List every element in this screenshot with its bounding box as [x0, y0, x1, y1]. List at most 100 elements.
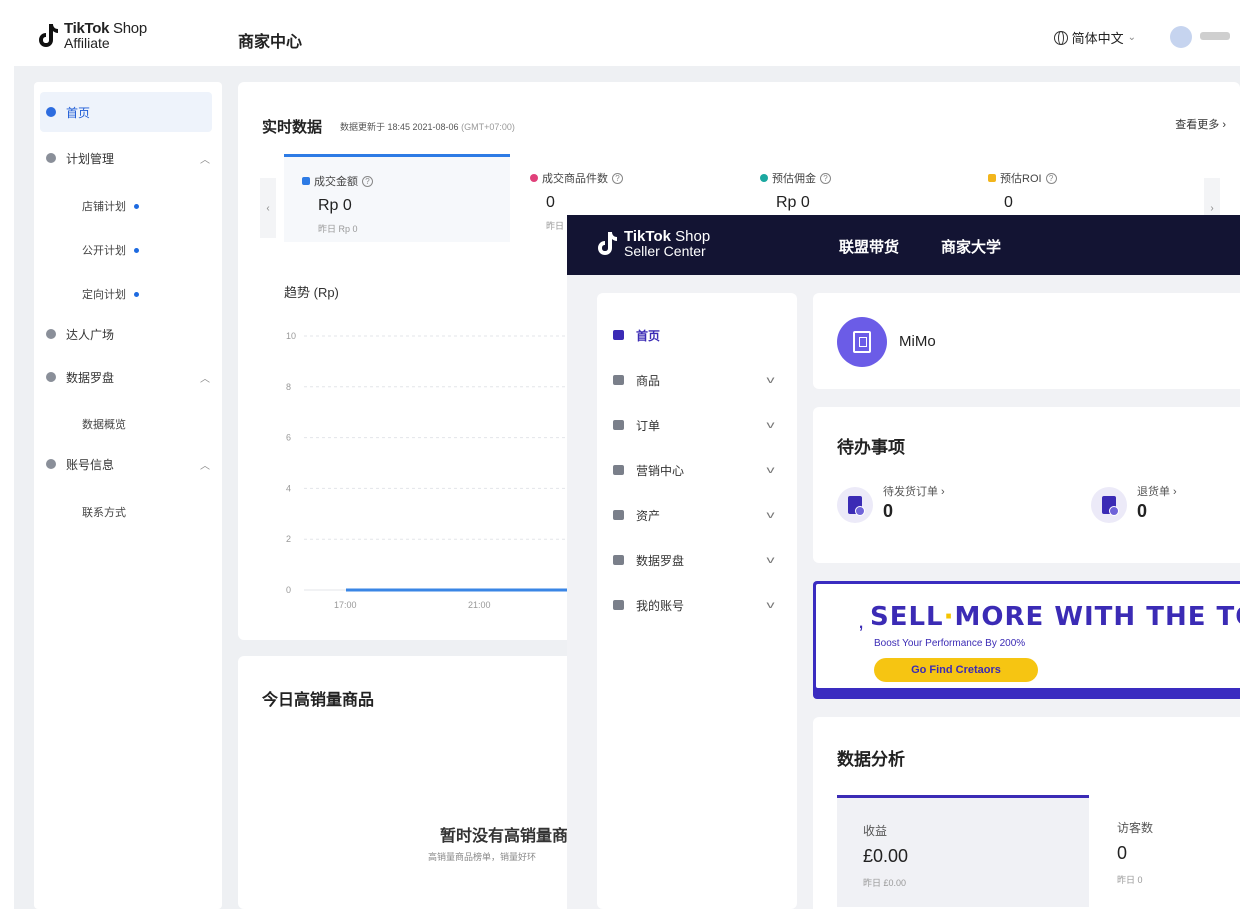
order-doc-icon — [837, 487, 873, 523]
sidebar-subitem-public-plan[interactable]: 公开计划 — [82, 242, 139, 258]
metric-value: 0 — [1004, 194, 1013, 211]
tiktok-shop-seller-logo[interactable]: TikTok Shop Seller Center — [595, 229, 710, 259]
sidebar-subitem-label: 数据概览 — [82, 419, 126, 431]
sidebar-item-assets[interactable]: 资产 v — [613, 503, 783, 527]
metric-revenue[interactable]: 收益 £0.00 昨日 £0.00 — [837, 795, 1089, 907]
y-tick-label: 6 — [286, 433, 291, 443]
home-icon — [46, 107, 56, 117]
sidebar-item-creator-square[interactable]: 达人广场 — [34, 314, 222, 354]
y-tick-label: 2 — [286, 534, 291, 544]
promo-banner[interactable]: , SELL·MORE WITH THE TO Boost Your Perfo… — [813, 581, 1240, 699]
empty-state-title: 暂时没有高销量商品 — [440, 828, 585, 845]
todo-label: 待发货订单 › — [883, 486, 945, 498]
sidebar-item-label: 账号信息 — [66, 457, 115, 472]
sidebar-item-home[interactable]: 首页 — [613, 323, 783, 347]
shop-building-icon — [853, 331, 871, 353]
chevron-right-icon: › — [1210, 202, 1214, 214]
username-redacted[interactable] — [1200, 32, 1230, 40]
seller-header: TikTok Shop Seller Center 联盟带货 商家大学 — [567, 215, 1240, 275]
metric-value: Rp 0 — [776, 194, 810, 211]
sidebar-item-products[interactable]: 商品 v — [613, 368, 783, 392]
todo-label: 退货单 › — [1137, 486, 1177, 498]
chevron-right-icon: › — [1222, 119, 1226, 131]
nav-affiliate[interactable]: 联盟带货 — [839, 236, 899, 257]
chevron-down-icon: v — [766, 509, 775, 521]
banner-subtext: Boost Your Performance By 200% — [874, 638, 1026, 649]
todo-value: 0 — [883, 501, 894, 521]
realtime-title: 实时数据 — [262, 119, 323, 136]
view-more-link[interactable]: 查看更多 › — [1175, 116, 1226, 132]
logo-affiliate: Affiliate — [64, 35, 110, 51]
metric-label: 收益 — [863, 824, 888, 838]
banner-headline-part1: SELL — [870, 602, 944, 632]
sidebar-subitem-contact[interactable]: 联系方式 — [82, 504, 126, 520]
logo-seller-center: Seller Center — [624, 243, 706, 259]
help-icon[interactable]: ? — [1045, 172, 1057, 184]
hot-products-title: 今日高销量商品 — [262, 692, 375, 709]
sidebar-item-label: 商品 — [636, 373, 661, 388]
sidebar-item-plan-mgmt[interactable]: 计划管理 ︿ — [34, 138, 222, 178]
chevron-down-icon: v — [766, 419, 775, 431]
x-tick-label: 17:00 — [334, 600, 357, 610]
chevron-down-icon: v — [766, 464, 775, 476]
tiktok-note-icon — [36, 23, 60, 49]
seller-center-window: TikTok Shop Seller Center 联盟带货 商家大学 首页 商… — [567, 215, 1240, 909]
sidebar-item-home[interactable]: 首页 — [40, 92, 212, 132]
realtime-updated: 数据更新于 18:45 2021-08-06 (GMT+07:00) — [340, 120, 515, 133]
sidebar-item-label: 营销中心 — [636, 463, 685, 478]
find-creators-button[interactable]: Go Find Cretaors — [874, 658, 1038, 682]
sidebar-item-orders[interactable]: 订单 v — [613, 413, 783, 437]
metric-label: 成交商品件数 — [542, 173, 608, 185]
banner-headline-part2: MORE WITH THE TO — [954, 602, 1240, 632]
sidebar-item-my-account[interactable]: 我的账号 v — [613, 593, 783, 617]
metric-value: 0 — [1117, 843, 1128, 863]
sidebar-item-label: 首页 — [66, 105, 91, 120]
metric-color-icon — [760, 174, 768, 182]
help-icon[interactable]: ? — [820, 172, 831, 184]
data-analysis-title: 数据分析 — [837, 750, 905, 769]
sidebar-subitem-shop-plan[interactable]: 店铺计划 — [82, 198, 139, 214]
data-analysis-card: 数据分析 收益 £0.00 昨日 £0.00 访客数 0 昨日 0 — [813, 717, 1240, 909]
sidebar-item-label: 数据罗盘 — [66, 370, 115, 385]
metric-label: 预估ROI — [1000, 173, 1042, 185]
y-tick-label: 10 — [286, 331, 296, 341]
banner-headline: SELL·MORE WITH THE TO — [870, 602, 1240, 632]
metric-color-icon — [530, 174, 538, 182]
timezone: (GMT+07:00) — [461, 122, 515, 132]
megaphone-icon — [613, 465, 624, 475]
help-icon[interactable]: ? — [612, 172, 623, 184]
sidebar-item-account-info[interactable]: 账号信息 ︿ — [34, 444, 222, 484]
chevron-down-icon: ⌄ — [1127, 32, 1136, 43]
sidebar-item-data-compass[interactable]: 数据罗盘 ︿ — [34, 357, 222, 397]
sidebar-item-label: 我的账号 — [636, 598, 685, 613]
metric-yesterday: 昨日 £0.00 — [863, 878, 907, 888]
wallet-icon — [613, 510, 624, 520]
shop-avatar[interactable] — [837, 317, 887, 367]
metric-card[interactable]: 成交金额? Rp 0 昨日 Rp 0 — [284, 154, 510, 242]
bar-chart-icon — [613, 555, 624, 565]
sidebar-item-data-compass[interactable]: 数据罗盘 v — [613, 548, 783, 572]
chevron-down-icon: v — [766, 599, 775, 611]
tiktok-shop-affiliate-logo[interactable]: TikTok Shop Affiliate — [36, 21, 147, 51]
quote-mark-icon: , — [858, 608, 865, 633]
metric-visitors[interactable]: 访客数 0 昨日 0 — [1091, 795, 1240, 907]
shop-profile-card: MiMo — [813, 293, 1240, 389]
sidebar-item-label: 达人广场 — [66, 327, 115, 342]
sidebar-subitem-targeted-plan[interactable]: 定向计划 — [82, 286, 139, 302]
todo-title: 待办事项 — [837, 438, 905, 457]
language-selector[interactable]: 简体中文 ⌄ — [1053, 28, 1136, 47]
metric-color-icon — [302, 177, 310, 185]
updated-time: 数据更新于 18:45 2021-08-06 — [340, 122, 459, 132]
sidebar-subitem-label: 店铺计划 — [82, 201, 126, 213]
sidebar-subitem-data-overview[interactable]: 数据概览 — [82, 416, 126, 432]
y-tick-label: 8 — [286, 382, 291, 392]
chevron-down-icon: v — [766, 554, 775, 566]
page-title: 商家中心 — [238, 34, 303, 51]
help-icon[interactable]: ? — [362, 175, 373, 187]
metrics-prev-button[interactable]: ‹ — [260, 178, 276, 238]
sidebar-item-marketing[interactable]: 营销中心 v — [613, 458, 783, 482]
metric-value: £0.00 — [863, 846, 909, 866]
nav-university[interactable]: 商家大学 — [941, 236, 1001, 257]
metric-yesterday: 昨日 Rp 0 — [318, 224, 358, 234]
avatar[interactable] — [1170, 26, 1192, 48]
